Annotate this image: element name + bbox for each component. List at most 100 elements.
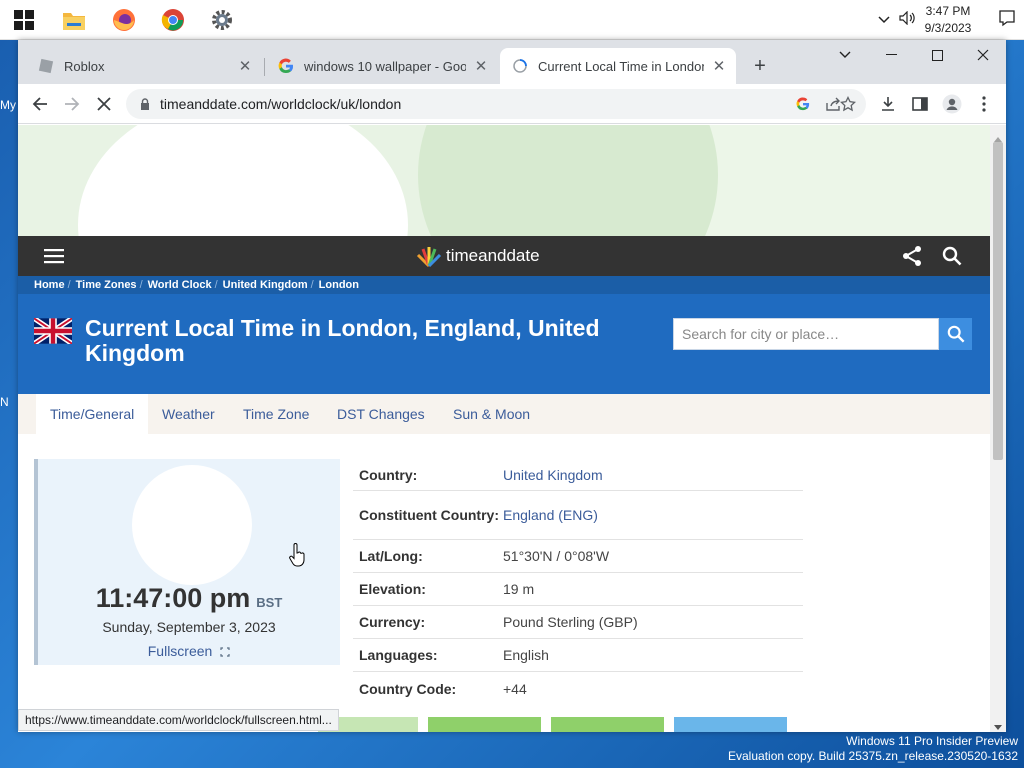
page-title: Current Local Time in London, England, U… bbox=[85, 315, 600, 366]
scrollbar-thumb[interactable] bbox=[993, 142, 1003, 460]
fullscreen-label: Fullscreen bbox=[147, 643, 213, 659]
page-content: timeanddate Home / Time Zones / World Cloc… bbox=[18, 125, 1006, 732]
tab-roblox[interactable]: Roblox ✕ bbox=[26, 48, 262, 84]
desktop-icon-label-fragment[interactable]: My bbox=[0, 98, 18, 112]
google-lens-icon[interactable] bbox=[796, 97, 810, 111]
tab-time-general[interactable]: Time/General bbox=[36, 394, 149, 434]
tab-weather[interactable]: Weather bbox=[148, 394, 229, 434]
notification-icon[interactable] bbox=[990, 9, 1024, 32]
lock-icon[interactable] bbox=[140, 98, 150, 110]
breadcrumb-item-london[interactable]: London bbox=[319, 279, 359, 291]
promo-tile[interactable] bbox=[551, 717, 664, 732]
ad-shape bbox=[418, 125, 718, 236]
side-panel-icon[interactable] bbox=[906, 90, 934, 118]
new-tab-button[interactable]: + bbox=[746, 52, 774, 80]
info-value: Pound Sterling (GBP) bbox=[503, 614, 638, 630]
tab-timeanddate[interactable]: Current Local Time in London, E ✕ bbox=[500, 48, 736, 84]
hand-cursor-icon bbox=[288, 543, 306, 572]
advertisement-banner[interactable] bbox=[18, 125, 990, 236]
chrome-window: Roblox ✕ windows 10 wallpaper - Google ✕… bbox=[18, 40, 1006, 732]
link-status-bubble: https://www.timeanddate.com/worldclock/f… bbox=[18, 709, 339, 731]
info-value: +44 bbox=[503, 680, 527, 697]
back-arrow-icon[interactable] bbox=[26, 90, 54, 118]
watermark-line-1: Windows 11 Pro Insider Preview bbox=[846, 734, 1018, 748]
uk-flag-icon bbox=[32, 316, 74, 349]
search-button[interactable] bbox=[939, 318, 972, 350]
windows-watermark: Windows 11 Pro Insider Preview Evaluatio… bbox=[728, 734, 1018, 764]
tab-sun-moon[interactable]: Sun & Moon bbox=[439, 394, 544, 434]
scroll-down-arrow-icon[interactable] bbox=[994, 718, 1002, 732]
tab-google-search[interactable]: windows 10 wallpaper - Google ✕ bbox=[266, 48, 498, 84]
time-display: 11:47:00 pm BST bbox=[38, 583, 340, 614]
share-icon[interactable] bbox=[902, 245, 922, 272]
volume-icon[interactable] bbox=[894, 10, 920, 30]
bookmark-star-icon[interactable] bbox=[834, 90, 862, 118]
page-tabs: Time/General Weather Time Zone DST Chang… bbox=[18, 394, 990, 434]
expand-icon bbox=[220, 644, 230, 660]
close-window-button[interactable] bbox=[960, 40, 1006, 70]
profile-avatar-icon[interactable] bbox=[938, 90, 966, 118]
chevron-up-icon[interactable] bbox=[874, 13, 894, 27]
roblox-favicon-icon bbox=[38, 58, 54, 74]
promo-tile[interactable] bbox=[428, 717, 541, 732]
hamburger-menu-icon[interactable] bbox=[44, 248, 64, 269]
breadcrumb-item-united-kingdom[interactable]: United Kingdom bbox=[223, 279, 308, 291]
vertical-scrollbar[interactable] bbox=[990, 125, 1006, 732]
tab-title: Current Local Time in London, E bbox=[538, 58, 704, 74]
table-row: Languages: English bbox=[353, 639, 803, 672]
browser-toolbar: timeanddate.com/worldclock/uk/london bbox=[18, 84, 1006, 124]
settings-icon[interactable] bbox=[208, 6, 236, 34]
info-value: English bbox=[503, 647, 549, 663]
info-label: Elevation: bbox=[359, 581, 426, 597]
breadcrumb-separator: / bbox=[214, 279, 218, 291]
tab-dst-changes[interactable]: DST Changes bbox=[323, 394, 439, 434]
chrome-icon[interactable] bbox=[159, 6, 187, 34]
tab-close-icon[interactable]: ✕ bbox=[710, 57, 728, 75]
city-search-input[interactable]: Search for city or place… bbox=[673, 318, 939, 350]
taskbar: 3:47 PM 9/3/2023 bbox=[0, 0, 1024, 40]
stop-loading-icon[interactable] bbox=[90, 90, 118, 118]
tab-close-icon[interactable]: ✕ bbox=[472, 57, 490, 75]
promo-tile[interactable] bbox=[674, 717, 787, 732]
taskbar-clock[interactable]: 3:47 PM 9/3/2023 bbox=[920, 3, 976, 37]
tab-search-icon[interactable] bbox=[822, 40, 868, 70]
info-value-link[interactable]: England (ENG) bbox=[503, 507, 803, 523]
minimize-button[interactable] bbox=[868, 40, 914, 70]
breadcrumb-separator: / bbox=[67, 279, 71, 291]
clock-time: 3:47 PM bbox=[925, 4, 971, 18]
maximize-button[interactable] bbox=[914, 40, 960, 70]
file-explorer-icon[interactable] bbox=[60, 6, 88, 34]
loading-favicon-icon bbox=[512, 58, 528, 74]
tab-close-icon[interactable]: ✕ bbox=[236, 57, 254, 75]
location-info-table: Country: United Kingdom Constituent Coun… bbox=[353, 459, 803, 705]
breadcrumb-item-world-clock[interactable]: World Clock bbox=[148, 279, 212, 291]
tab-time-zone[interactable]: Time Zone bbox=[229, 394, 323, 434]
current-time: 11:47:00 pm bbox=[95, 583, 251, 613]
watermark-line-2: Evaluation copy. Build 25375.zn_release.… bbox=[728, 749, 1018, 763]
info-label: Lat/Long: bbox=[359, 548, 423, 564]
desktop-icon-label-fragment-2[interactable]: N bbox=[0, 395, 18, 409]
breadcrumb-item-time-zones[interactable]: Time Zones bbox=[76, 279, 137, 291]
tab-strip: Roblox ✕ windows 10 wallpaper - Google ✕… bbox=[18, 40, 1006, 84]
site-logo[interactable]: timeanddate bbox=[414, 245, 540, 267]
table-row: Constituent Country: England (ENG) bbox=[353, 491, 803, 540]
info-value-link[interactable]: United Kingdom bbox=[503, 467, 803, 483]
google-favicon-icon bbox=[278, 58, 294, 74]
firefox-icon[interactable] bbox=[110, 6, 138, 34]
forward-arrow-icon[interactable] bbox=[58, 90, 86, 118]
download-icon[interactable] bbox=[874, 90, 902, 118]
info-value: 51°30'N / 0°08'W bbox=[503, 548, 610, 564]
timezone-abbr[interactable]: BST bbox=[256, 595, 282, 610]
start-icon[interactable] bbox=[10, 6, 38, 34]
search-icon[interactable] bbox=[942, 246, 962, 271]
url-text: timeanddate.com/worldclock/uk/london bbox=[160, 96, 402, 112]
fullscreen-link[interactable]: Fullscreen bbox=[38, 643, 340, 660]
breadcrumb-item-home[interactable]: Home bbox=[34, 279, 65, 291]
table-row: Country: United Kingdom bbox=[353, 459, 803, 491]
kebab-menu-icon[interactable] bbox=[970, 90, 998, 118]
table-row: Lat/Long: 51°30'N / 0°08'W bbox=[353, 540, 803, 573]
info-label: Languages: bbox=[359, 647, 438, 663]
current-date: Sunday, September 3, 2023 bbox=[102, 619, 276, 635]
address-bar[interactable]: timeanddate.com/worldclock/uk/london bbox=[126, 89, 866, 119]
info-label: Currency: bbox=[359, 614, 426, 630]
